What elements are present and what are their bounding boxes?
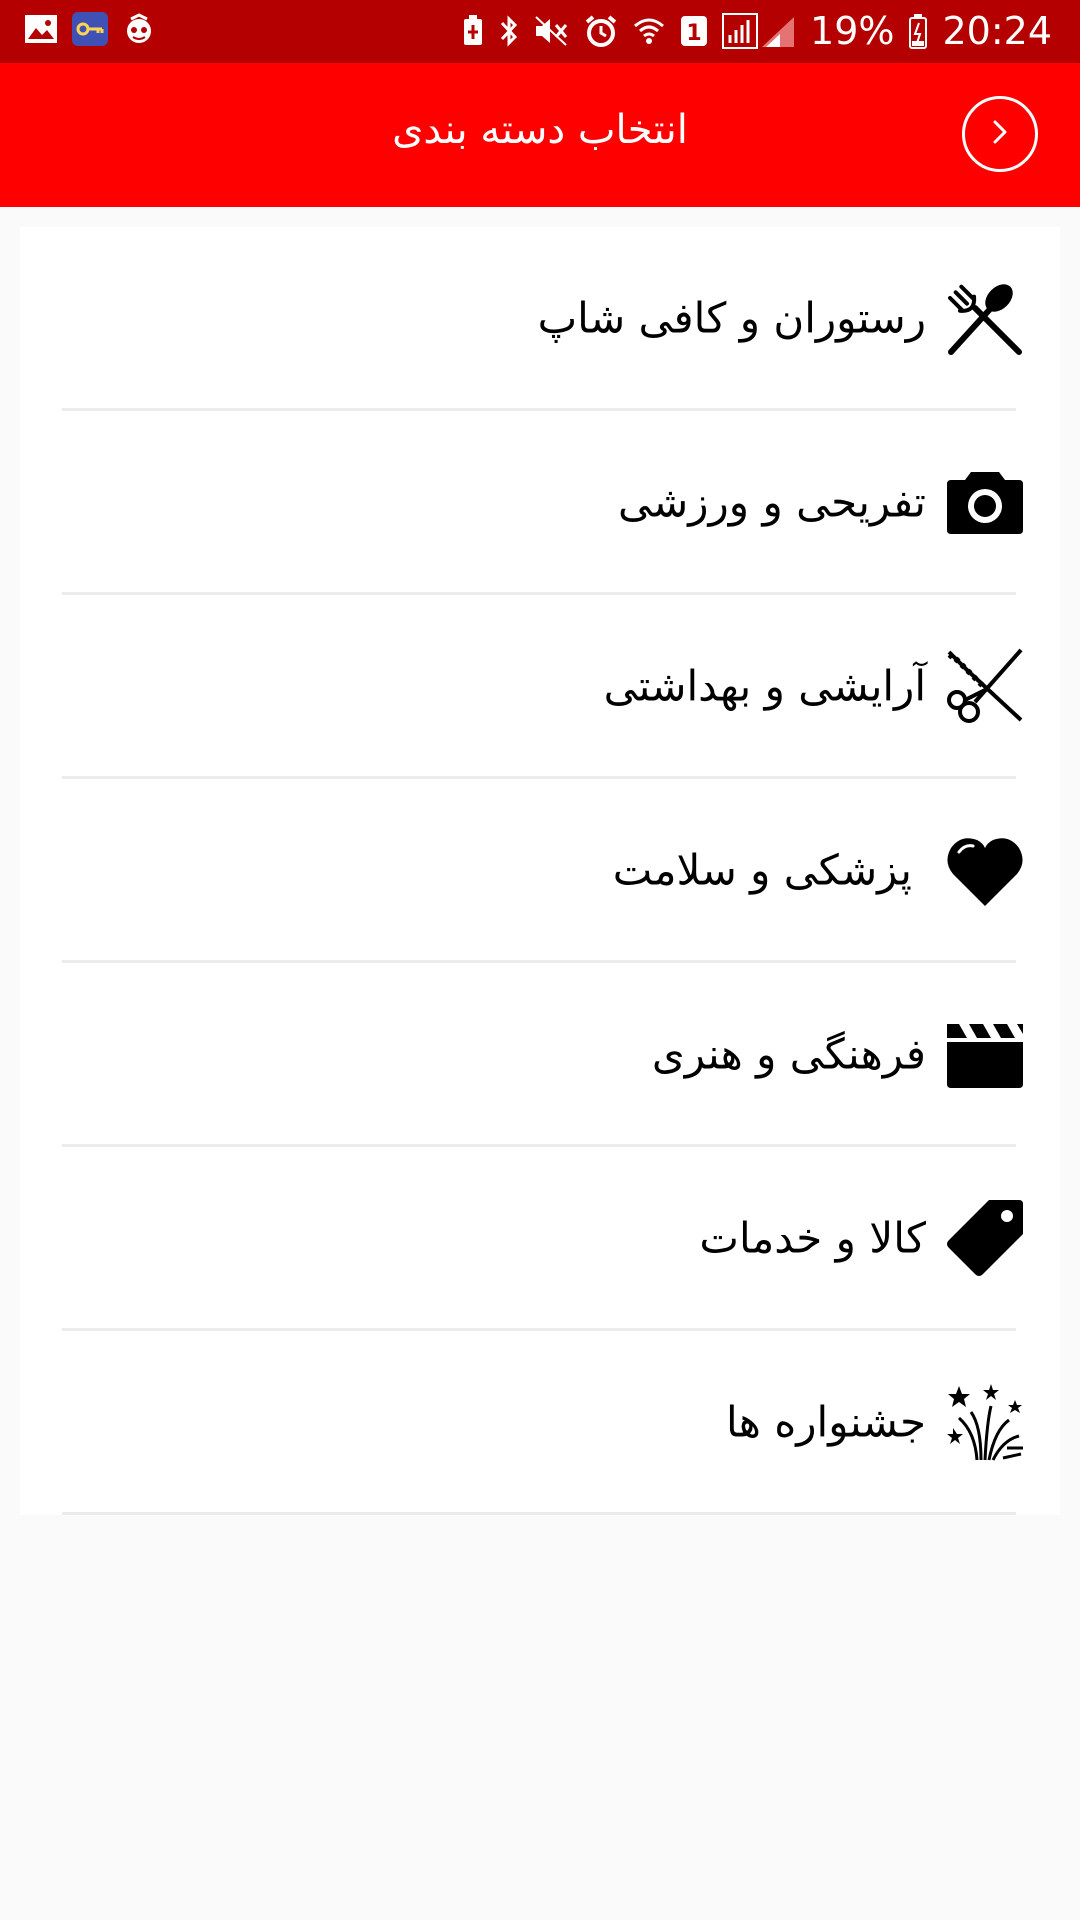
- status-bar: 1 19% 20:24: [0, 0, 1080, 63]
- heart-icon: [945, 830, 1025, 910]
- category-label: کالا و خدمات: [699, 1213, 926, 1262]
- gallery-icon: [24, 12, 58, 46]
- sim-slot-badge: 1: [680, 14, 708, 48]
- app-icon: [122, 12, 156, 46]
- category-item-restaurant[interactable]: رستوران و کافی شاپ: [62, 227, 1022, 411]
- wifi-icon: [632, 14, 666, 48]
- category-label: جشنواره ها: [725, 1397, 926, 1446]
- mute-icon: [534, 14, 570, 48]
- signal-icon: [722, 13, 796, 49]
- back-button[interactable]: [962, 96, 1038, 172]
- category-item-goods[interactable]: کالا و خدمات: [62, 1147, 1023, 1331]
- status-bar-notifications: [24, 12, 156, 46]
- alarm-icon: [584, 14, 618, 48]
- category-label: آرایشی و بهداشتی: [603, 661, 926, 710]
- category-item-recreation[interactable]: تفریحی و ورزشی: [62, 411, 1023, 595]
- clapperboard-icon: [945, 1014, 1025, 1094]
- clock: 20:24: [942, 9, 1052, 53]
- scissors-comb-icon: [945, 646, 1025, 726]
- svg-text:1: 1: [686, 21, 701, 46]
- key-icon: [72, 12, 108, 46]
- category-list: رستوران و کافی شاپ تفریحی و ورزشی آرایشی…: [20, 227, 1060, 1515]
- page-title: انتخاب دسته بندی: [392, 107, 688, 153]
- fork-spoon-icon: [945, 278, 1025, 358]
- fireworks-icon: [945, 1382, 1025, 1462]
- app-bar: انتخاب دسته بندی: [0, 63, 1080, 207]
- battery-saver-icon: [462, 14, 484, 48]
- battery-percentage: 19%: [810, 9, 895, 53]
- camera-icon: [945, 462, 1025, 542]
- category-label: تفریحی و ورزشی: [618, 477, 926, 526]
- chevron-right-icon: [986, 116, 1014, 152]
- category-item-medical[interactable]: پزشکی و سلامت: [62, 779, 1023, 963]
- category-label: فرهنگی و هنری: [651, 1029, 926, 1078]
- bluetooth-icon: [498, 14, 520, 48]
- category-item-beauty[interactable]: آرایشی و بهداشتی: [62, 595, 1023, 779]
- battery-icon: [908, 14, 928, 49]
- category-item-culture[interactable]: فرهنگی و هنری: [62, 963, 1023, 1147]
- category-label: پزشکی و سلامت: [612, 845, 912, 894]
- category-label: رستوران و کافی شاپ: [537, 293, 926, 342]
- category-item-festivals[interactable]: جشنواره ها: [62, 1331, 1023, 1515]
- status-bar-system: 1 19% 20:24: [462, 8, 1052, 54]
- tag-icon: [945, 1198, 1025, 1278]
